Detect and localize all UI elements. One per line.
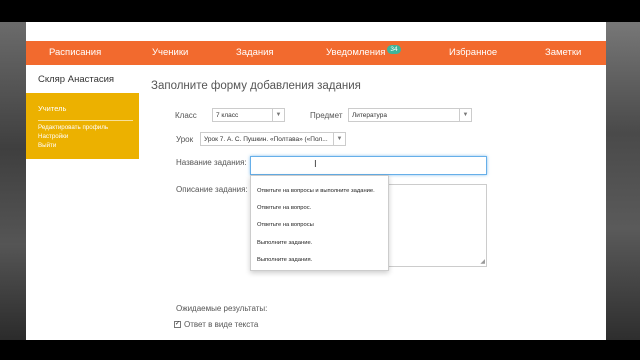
subject-select-value: Литература: [352, 112, 387, 119]
suggestion-item[interactable]: Выполните задания.: [257, 257, 312, 263]
edit-profile-link[interactable]: Редактировать профиль: [38, 123, 133, 132]
user-name: Скляр Анастасия: [38, 74, 115, 85]
video-letterbox-top: [0, 0, 640, 22]
subject-select[interactable]: Литература ▼: [348, 108, 472, 122]
suggestion-item[interactable]: Ответьте на вопрос.: [257, 205, 311, 211]
expected-results-label: Ожидаемые результаты:: [176, 304, 268, 313]
suggestion-item[interactable]: Выполните задание.: [257, 240, 312, 246]
lesson-label: Урок: [176, 135, 194, 144]
class-select-value: 7 класс: [216, 112, 239, 119]
text-answer-label: Ответ в виде текста: [184, 320, 259, 329]
desktop-background-left: [0, 22, 26, 340]
user-panel: Учитель Редактировать профиль Настройки …: [26, 93, 139, 159]
suggestion-item[interactable]: Ответьте на вопросы и выполните задание.: [257, 188, 375, 194]
nav-schedule[interactable]: Расписания: [49, 47, 101, 58]
lesson-select[interactable]: Урок 7. А. С. Пушкин. «Полтава» («Пол...…: [200, 132, 346, 146]
logout-link[interactable]: Выйти: [38, 141, 133, 150]
nav-favorites[interactable]: Избранное: [449, 47, 497, 58]
task-name-label: Название задания:: [176, 158, 247, 167]
description-label: Описание задания:: [176, 185, 248, 194]
nav-notifications[interactable]: Уведомления 34: [326, 45, 401, 58]
suggestion-item[interactable]: Ответьте на вопросы: [257, 222, 314, 228]
chevron-down-icon: ▼: [272, 109, 284, 121]
subject-label: Предмет: [310, 111, 343, 120]
text-cursor-icon: I: [314, 159, 317, 170]
notifications-count-badge: 34: [387, 45, 401, 54]
user-menu: Редактировать профиль Настройки Выйти: [38, 120, 133, 150]
form-title: Заполните форму добавления задания: [151, 80, 361, 92]
nav-notes[interactable]: Заметки: [545, 47, 581, 58]
nav-students[interactable]: Ученики: [152, 47, 188, 58]
main-nav: Расписания Ученики Задания Уведомления 34…: [26, 41, 606, 65]
browser-page: Расписания Ученики Задания Уведомления 34…: [26, 22, 606, 340]
nav-notifications-label: Уведомления: [326, 47, 386, 58]
nav-tasks[interactable]: Задания: [236, 47, 274, 58]
desktop-background-right: [606, 22, 640, 340]
resize-handle-icon[interactable]: ◢: [480, 259, 485, 265]
class-label: Класс: [175, 111, 197, 120]
autocomplete-dropdown: Ответьте на вопросы и выполните задание.…: [250, 175, 389, 271]
lesson-select-value: Урок 7. А. С. Пушкин. «Полтава» («Пол...: [204, 136, 328, 143]
text-answer-checkbox[interactable]: ✓: [174, 321, 181, 328]
video-letterbox-bottom: [0, 340, 640, 360]
user-role: Учитель: [38, 104, 67, 113]
task-name-input[interactable]: [250, 156, 487, 175]
chevron-down-icon: ▼: [333, 133, 345, 145]
class-select[interactable]: 7 класс ▼: [212, 108, 285, 122]
settings-link[interactable]: Настройки: [38, 132, 133, 141]
chevron-down-icon: ▼: [459, 109, 471, 121]
